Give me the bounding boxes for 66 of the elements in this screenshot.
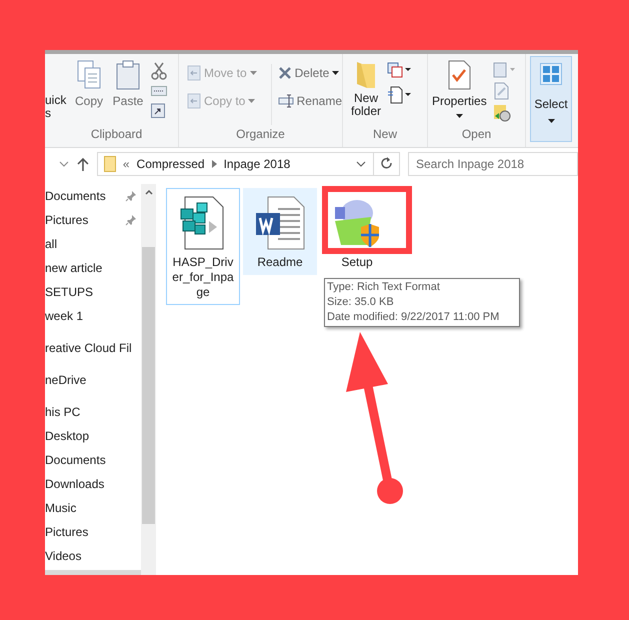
easy-access-icon[interactable]	[387, 86, 412, 104]
nav-item[interactable]: Downloads	[45, 472, 141, 496]
file-item[interactable]: Readme	[243, 188, 317, 275]
paste-shortcut-icon[interactable]	[151, 102, 165, 118]
file-name: Setup	[340, 255, 374, 270]
group-label: Organize	[235, 126, 286, 143]
scrollbar[interactable]	[141, 184, 156, 575]
paste-button[interactable]: Paste	[111, 60, 145, 125]
copy-button[interactable]: Copy	[73, 60, 105, 125]
folder-icon	[355, 60, 378, 90]
pin-label: uick	[45, 94, 66, 107]
rename-icon	[278, 94, 294, 108]
scissors-icon[interactable]	[151, 62, 167, 80]
chevron-right-icon	[212, 160, 217, 168]
nav-item[interactable]: Documents	[45, 184, 141, 208]
select-button[interactable]: Select	[530, 56, 572, 142]
history-icon[interactable]	[492, 104, 511, 122]
delete-button[interactable]: Delete	[278, 64, 342, 82]
pin-label: s	[45, 107, 51, 120]
folder-icon	[104, 156, 116, 172]
copy-path-icon[interactable]	[151, 86, 167, 96]
group-label: New	[372, 126, 398, 143]
file-name: HASP_Driver_for_Inpage	[171, 255, 235, 300]
x-icon	[278, 66, 292, 80]
chevron-down-icon[interactable]	[356, 161, 366, 167]
checkmark-document-icon	[447, 60, 472, 90]
overflow-chevrons[interactable]: «	[122, 155, 130, 173]
refresh-icon[interactable]	[381, 157, 393, 171]
rename-button[interactable]: Rename	[278, 92, 342, 110]
file-item[interactable]: HASP_Driver_for_Inpage	[166, 188, 240, 305]
group-label: Open	[460, 126, 492, 143]
new-folder-button[interactable]: New folder	[351, 60, 382, 125]
address-bar[interactable]: « Compressed Inpage 2018	[96, 152, 400, 176]
nav-item[interactable]: Music	[45, 496, 141, 520]
breadcrumb[interactable]: Inpage 2018	[224, 155, 290, 173]
scrollbar-thumb[interactable]	[142, 247, 155, 524]
up-arrow-icon[interactable]	[76, 157, 89, 171]
file-name: Readme	[256, 255, 304, 270]
tooltip-line: Date modified: 9/22/2017 11:00 PM	[327, 310, 500, 325]
caret-icon	[548, 119, 554, 123]
nav-item[interactable]: his PC	[45, 400, 141, 424]
chevron-down-icon[interactable]	[59, 161, 69, 167]
grid-icon	[540, 63, 562, 85]
nav-item[interactable]: Pictures	[45, 520, 141, 544]
file-item[interactable]: Setup	[320, 188, 394, 275]
nav-item[interactable]: week 1	[45, 304, 141, 328]
search-field[interactable]: Search Inpage 2018	[408, 152, 578, 176]
copy-icon	[77, 60, 101, 90]
tooltip-line: Size: 35.0 KB	[327, 295, 395, 310]
nav-item[interactable]: Pictures	[45, 208, 141, 232]
nav-item[interactable]: Documents	[45, 448, 141, 472]
nav-item[interactable]: neDrive	[45, 368, 141, 392]
nav-item[interactable]: reative Cloud Fil	[45, 336, 141, 360]
nav-item[interactable]: Desktop	[45, 424, 141, 448]
tooltip-line: Type: Rich Text Format	[327, 280, 441, 295]
nav-item[interactable]: all	[45, 232, 141, 256]
new-item-icon[interactable]	[387, 62, 412, 78]
nav-item[interactable]: Videos	[45, 544, 141, 568]
clipboard-icon	[115, 60, 141, 90]
nav-item[interactable]: SETUPS	[45, 280, 141, 304]
breadcrumb[interactable]: Compressed	[136, 155, 205, 173]
properties-button[interactable]: Properties	[432, 60, 487, 125]
pin-button[interactable]: uick s	[45, 60, 67, 125]
group-label: Clipboard	[90, 126, 144, 143]
scroll-up-icon[interactable]	[144, 190, 152, 195]
nav-item[interactable]: new article	[45, 256, 141, 280]
